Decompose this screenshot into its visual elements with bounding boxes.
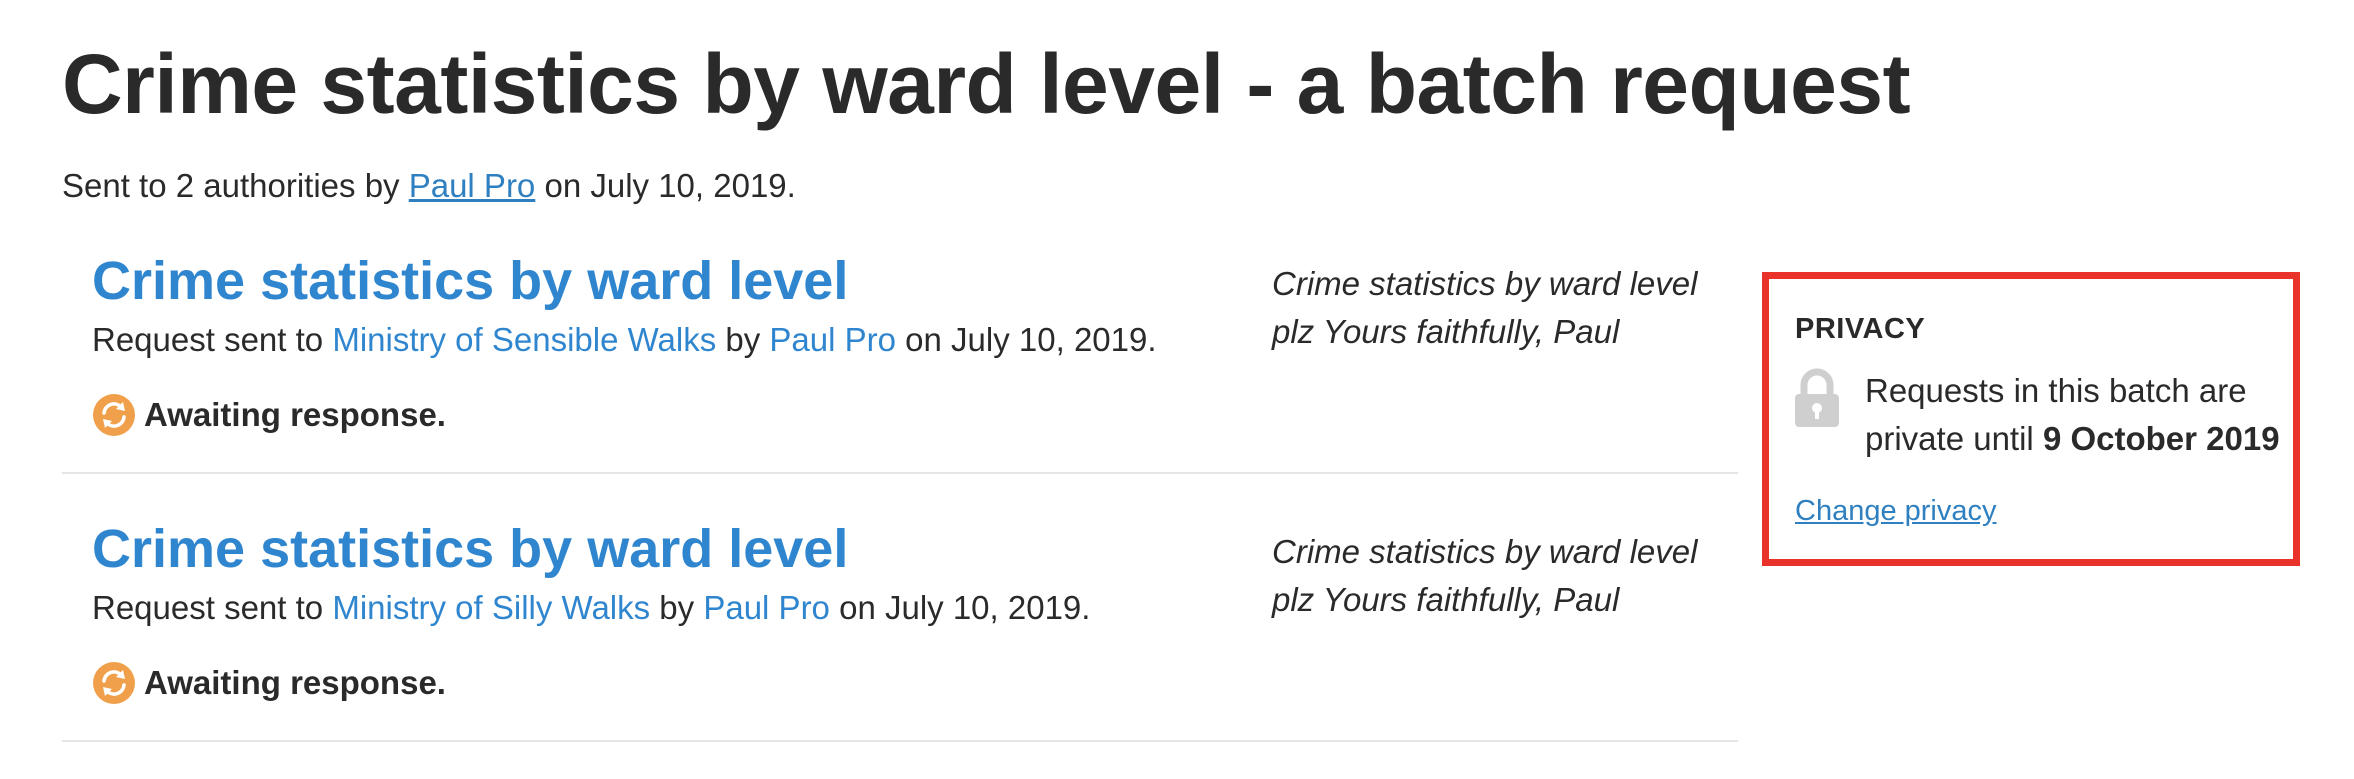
change-privacy-link[interactable]: Change privacy	[1795, 493, 1997, 529]
request-by: by	[650, 589, 704, 626]
batch-sent-suffix: on July 10, 2019.	[535, 167, 796, 204]
request-excerpt: Crime statistics by ward level plz Yours…	[1272, 265, 1698, 350]
privacy-panel: PRIVACY Requests in this batch are priva…	[1762, 272, 2300, 566]
privacy-until-date: 9 October 2019	[2042, 420, 2280, 457]
request-excerpt: Crime statistics by ward level plz Yours…	[1272, 533, 1698, 618]
request-by: by	[716, 321, 770, 358]
request-sent-prefix: Request sent to	[92, 589, 333, 626]
page-title: Crime statistics by ward level - a batch…	[62, 37, 1911, 131]
refresh-icon	[92, 393, 136, 437]
request-item: Crime statistics by ward level Request s…	[62, 514, 1738, 742]
authority-link[interactable]: Ministry of Sensible Walks	[332, 321, 716, 358]
status-label: Awaiting response.	[144, 396, 446, 433]
status-label: Awaiting response.	[144, 664, 446, 701]
request-date: on July 10, 2019.	[829, 589, 1091, 626]
privacy-text: Requests in this batch are private until…	[1865, 367, 2285, 463]
batch-sent-prefix: Sent to 2 authorities by	[62, 167, 409, 204]
request-item: Crime statistics by ward level Request s…	[62, 246, 1738, 474]
refresh-icon	[92, 661, 136, 705]
request-status: Awaiting response.	[92, 660, 446, 706]
request-sent-prefix: Request sent to	[92, 321, 333, 358]
request-status: Awaiting response.	[92, 392, 446, 438]
batch-meta: Sent to 2 authorities by Paul Pro on Jul…	[62, 164, 796, 208]
author-link[interactable]: Paul Pro	[769, 321, 896, 358]
authority-link[interactable]: Ministry of Silly Walks	[332, 589, 650, 626]
privacy-heading: PRIVACY	[1795, 313, 1926, 345]
lock-icon	[1793, 367, 1841, 429]
author-link[interactable]: Paul Pro	[703, 589, 830, 626]
request-date: on July 10, 2019.	[896, 321, 1157, 358]
batch-author-link[interactable]: Paul Pro	[409, 167, 536, 204]
request-sent-line: Request sent to Ministry of Silly Walks …	[92, 586, 1090, 630]
request-sent-line: Request sent to Ministry of Sensible Wal…	[92, 318, 1157, 362]
request-title-link[interactable]: Crime statistics by ward level	[92, 246, 848, 316]
request-title-link[interactable]: Crime statistics by ward level	[92, 514, 848, 584]
